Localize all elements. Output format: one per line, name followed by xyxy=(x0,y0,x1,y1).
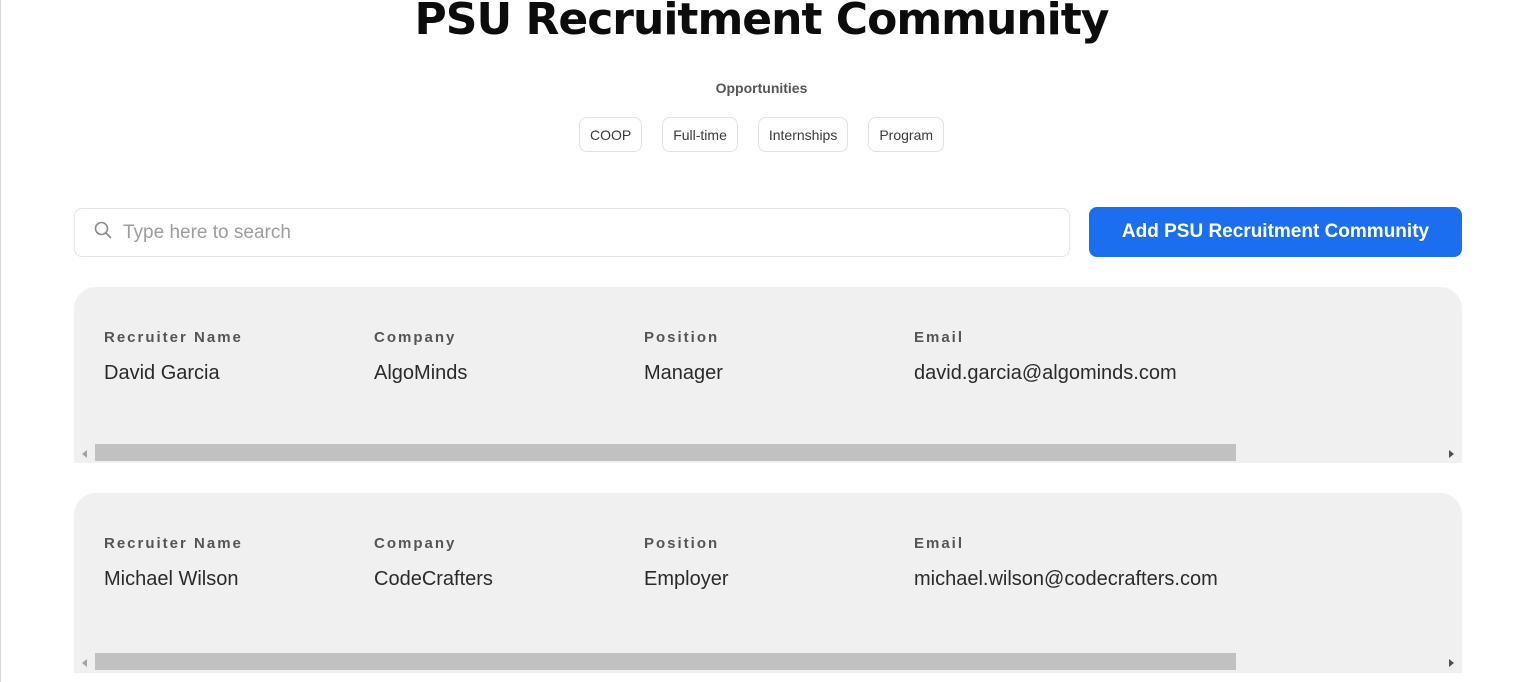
recruiter-name-value: David Garcia xyxy=(104,362,220,384)
email-field: Email david.garcia@algominds.com xyxy=(914,329,1226,388)
scroll-right-arrow-icon[interactable] xyxy=(1442,653,1460,672)
filter-internships[interactable]: Internships xyxy=(757,117,849,152)
company-label: Company xyxy=(374,535,457,552)
email-value: michael.wilson@codecrafters.com xyxy=(914,568,1218,590)
recruiter-name-field: Recruiter Name Michael Wilson xyxy=(104,535,414,594)
position-field: Position Manager xyxy=(644,329,954,388)
search-bar xyxy=(74,208,1070,257)
position-label: Position xyxy=(644,329,720,346)
add-community-button[interactable]: Add PSU Recruitment Community xyxy=(1089,207,1462,257)
page-title: PSU Recruitment Community xyxy=(414,0,1110,45)
page: PSU Recruitment Community Opportunities … xyxy=(0,0,1522,682)
recruiter-card: Recruiter Name David Garcia Company Algo… xyxy=(74,287,1462,463)
email-label: Email xyxy=(914,329,965,346)
recruiter-name-label: Recruiter Name xyxy=(104,329,243,346)
company-value: CodeCrafters xyxy=(374,568,493,590)
email-value: david.garcia@algominds.com xyxy=(914,362,1177,384)
company-field: Company CodeCrafters xyxy=(374,535,684,594)
scrollbar-thumb[interactable] xyxy=(95,653,1236,670)
recruiter-name-field: Recruiter Name David Garcia xyxy=(104,329,414,388)
scroll-left-arrow-icon[interactable] xyxy=(76,653,94,672)
email-field: Email michael.wilson@codecrafters.com xyxy=(914,535,1226,594)
filter-program[interactable]: Program xyxy=(868,117,945,152)
position-field: Position Employer xyxy=(644,535,954,594)
position-value: Manager xyxy=(644,362,723,384)
horizontal-scrollbar[interactable] xyxy=(74,444,1462,463)
opportunity-filters: COOP Full-time Internships Program xyxy=(1,117,1522,152)
email-label: Email xyxy=(914,535,965,552)
filter-coop[interactable]: COOP xyxy=(578,117,643,152)
search-icon xyxy=(93,220,113,245)
recruiter-card: Recruiter Name Michael Wilson Company Co… xyxy=(74,493,1462,673)
position-value: Employer xyxy=(644,568,729,590)
search-input[interactable] xyxy=(123,221,1043,244)
position-label: Position xyxy=(644,535,720,552)
recruiter-name-value: Michael Wilson xyxy=(104,568,239,590)
scroll-left-arrow-icon[interactable] xyxy=(76,444,94,463)
scroll-right-arrow-icon[interactable] xyxy=(1442,444,1460,463)
company-field: Company AlgoMinds xyxy=(374,329,684,388)
filter-full-time[interactable]: Full-time xyxy=(662,117,738,152)
horizontal-scrollbar[interactable] xyxy=(74,653,1462,672)
scrollbar-thumb[interactable] xyxy=(95,444,1236,461)
company-value: AlgoMinds xyxy=(374,362,468,384)
opportunities-heading: Opportunities xyxy=(715,80,808,96)
recruiter-name-label: Recruiter Name xyxy=(104,535,243,552)
company-label: Company xyxy=(374,329,457,346)
